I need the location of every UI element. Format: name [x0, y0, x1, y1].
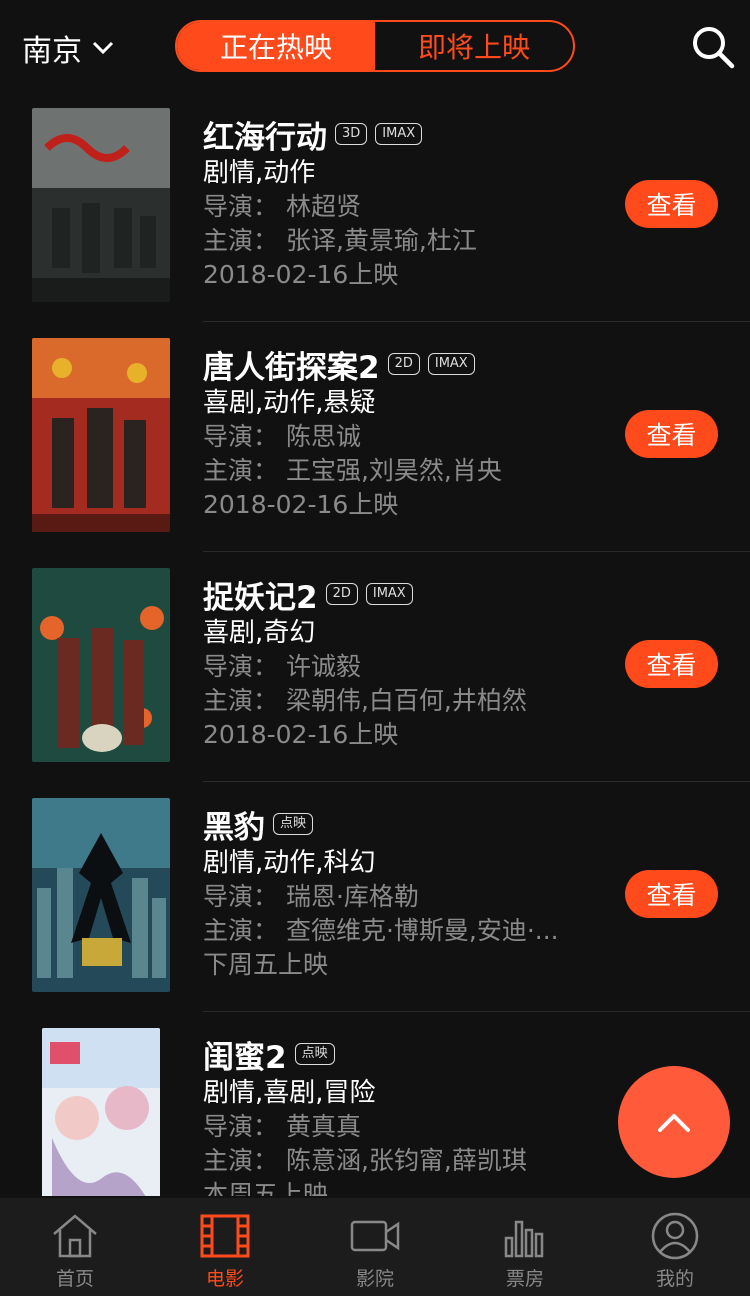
view-button[interactable]: 查看 — [625, 640, 718, 688]
tab-coming-soon[interactable]: 即将上映 — [375, 22, 573, 70]
movie-title: 捉妖记2 — [203, 579, 318, 616]
camera-icon — [350, 1220, 400, 1252]
movie-item[interactable]: 红海行动 3D IMAX 剧情,动作 导演： 林超贤 主演： 张译,黄景瑜,杜江… — [0, 92, 750, 322]
movie-item[interactable]: 黑豹 点映 剧情,动作,科幻 导演： 瑞恩·库格勒 主演： 查德维克·博斯曼,安… — [0, 782, 750, 1012]
movie-item[interactable]: 唐人街探案2 2D IMAX 喜剧,动作,悬疑 导演： 陈思诚 主演： 王宝强,… — [0, 322, 750, 552]
movie-director: 导演： 黄真真 — [203, 1112, 361, 1141]
tab-now-showing[interactable]: 正在热映 — [177, 22, 375, 70]
movie-release-date: 2018-02-16上映 — [203, 260, 399, 289]
format-badge: 2D — [387, 353, 420, 375]
preview-badge: 点映 — [273, 813, 314, 835]
user-icon — [651, 1212, 699, 1260]
film-icon — [200, 1214, 250, 1258]
chevron-down-icon — [92, 41, 114, 55]
format-badge: 2D — [325, 583, 358, 605]
movie-actors: 主演： 查德维克·博斯曼,安迪·... — [203, 916, 559, 945]
tab-box-office[interactable]: 票房 — [450, 1198, 600, 1296]
movie-poster[interactable] — [42, 1028, 160, 1196]
movie-item[interactable]: 捉妖记2 2D IMAX 喜剧,奇幻 导演： 许诚毅 主演： 梁朝伟,白百何,井… — [0, 552, 750, 782]
movie-title: 闺蜜2 — [203, 1039, 287, 1076]
tab-label: 我的 — [655, 1268, 694, 1290]
showing-segmented-control: 正在热映 即将上映 — [175, 20, 575, 72]
movie-poster[interactable] — [32, 108, 170, 302]
city-label: 南京 — [22, 34, 82, 69]
movie-genre: 喜剧,动作,悬疑 — [203, 388, 376, 418]
movie-release-date: 下周五上映 — [203, 950, 329, 979]
movie-release-date: 2018-02-16上映 — [203, 490, 399, 519]
view-button[interactable]: 查看 — [625, 410, 718, 458]
tab-label: 电影 — [205, 1268, 244, 1290]
scroll-to-top-button[interactable] — [618, 1066, 730, 1178]
movie-genre: 剧情,动作,科幻 — [203, 848, 376, 878]
top-bar: 南京 正在热映 即将上映 — [0, 0, 750, 92]
chevron-up-icon — [658, 1114, 690, 1132]
preview-badge: 点映 — [294, 1043, 335, 1065]
movie-director: 导演： 许诚毅 — [203, 652, 361, 681]
movie-title: 红海行动 — [203, 119, 327, 156]
movie-release-date: 本周五上映 — [203, 1180, 329, 1196]
bar-chart-icon — [504, 1220, 544, 1258]
movie-poster[interactable] — [32, 798, 170, 992]
search-icon[interactable] — [690, 24, 736, 70]
movie-poster[interactable] — [32, 568, 170, 762]
movie-genre: 剧情,喜剧,冒险 — [203, 1078, 376, 1108]
view-button[interactable]: 查看 — [625, 180, 718, 228]
movie-title: 唐人街探案2 — [203, 349, 380, 386]
movie-director: 导演： 陈思诚 — [203, 422, 361, 451]
bottom-tab-bar: 首页 电影 影院 票房 我的 — [0, 1198, 750, 1296]
tab-cinema[interactable]: 影院 — [300, 1198, 450, 1296]
tab-label: 票房 — [505, 1268, 544, 1290]
movie-genre: 剧情,动作 — [203, 158, 316, 188]
movie-director: 导演： 瑞恩·库格勒 — [203, 882, 419, 911]
movie-actors: 主演： 王宝强,刘昊然,肖央 — [203, 456, 502, 485]
tab-movie[interactable]: 电影 — [150, 1198, 300, 1296]
movie-genre: 喜剧,奇幻 — [203, 618, 316, 648]
city-selector[interactable]: 南京 — [22, 26, 114, 70]
format-badge: 3D — [335, 123, 368, 145]
format-badge: IMAX — [427, 353, 475, 375]
tab-home[interactable]: 首页 — [0, 1198, 150, 1296]
movie-actors: 主演： 陈意涵,张钧甯,薛凯琪 — [203, 1146, 527, 1175]
format-badge: IMAX — [365, 583, 413, 605]
tab-label: 首页 — [55, 1268, 94, 1290]
format-badge: IMAX — [375, 123, 423, 145]
tab-profile[interactable]: 我的 — [600, 1198, 750, 1296]
movie-actors: 主演： 梁朝伟,白百何,井柏然 — [203, 686, 527, 715]
movie-poster[interactable] — [32, 338, 170, 532]
movie-release-date: 2018-02-16上映 — [203, 720, 399, 749]
home-icon — [53, 1214, 97, 1258]
movie-director: 导演： 林超贤 — [203, 192, 361, 221]
movie-list: 红海行动 3D IMAX 剧情,动作 导演： 林超贤 主演： 张译,黄景瑜,杜江… — [0, 92, 750, 1196]
tab-label: 影院 — [355, 1268, 394, 1290]
movie-actors: 主演： 张译,黄景瑜,杜江 — [203, 226, 477, 255]
movie-title: 黑豹 — [203, 809, 265, 846]
view-button[interactable]: 查看 — [625, 870, 718, 918]
